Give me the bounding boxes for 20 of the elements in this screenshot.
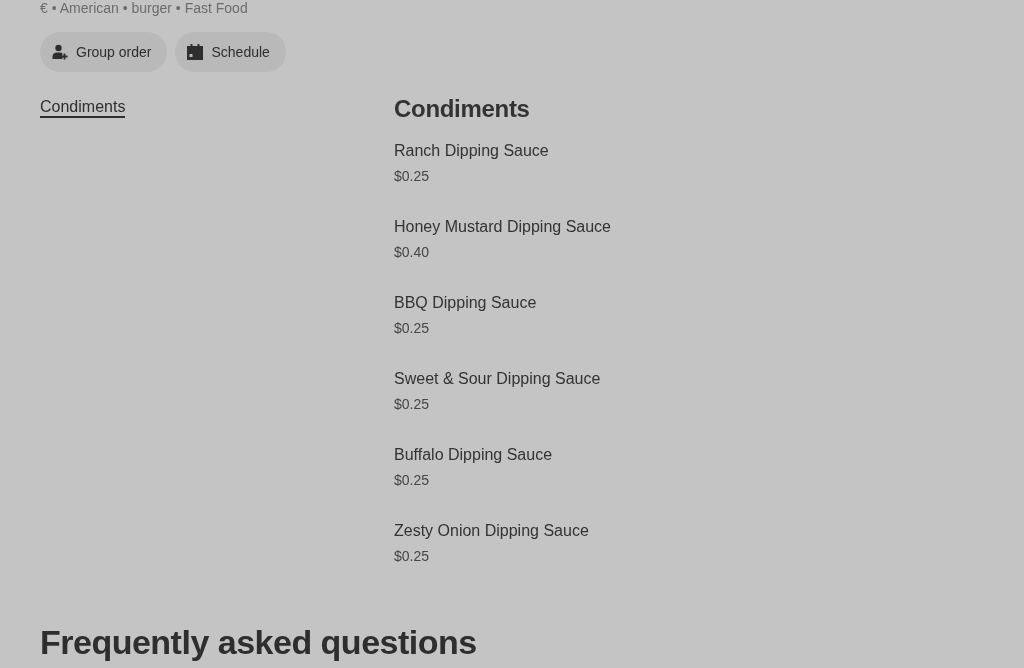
- item-price: $0.25: [394, 167, 430, 186]
- item-price: $0.25: [394, 547, 430, 566]
- item-price: $0.25: [394, 471, 430, 490]
- cuisine-tags: € • American • burger • Fast Food: [40, 0, 984, 16]
- item-price: $0.25: [394, 395, 430, 414]
- item-name: BBQ Dipping Sauce: [394, 293, 537, 313]
- category-tab[interactable]: Condiments: [40, 97, 126, 118]
- item-name: Honey Mustard Dipping Sauce: [394, 217, 611, 237]
- item-name: Ranch Dipping Sauce: [394, 141, 549, 161]
- item-price: $0.25: [394, 319, 430, 338]
- person-plus-icon: [52, 44, 68, 60]
- faq-heading: Frequently asked questions: [40, 622, 478, 662]
- item-name: Sweet & Sour Dipping Sauce: [394, 369, 601, 389]
- group-order-button[interactable]: Group order: [40, 32, 168, 72]
- schedule-button[interactable]: Schedule: [175, 32, 286, 72]
- item-name: Buffalo Dipping Sauce: [394, 445, 553, 465]
- item-name: Zesty Onion Dipping Sauce: [394, 521, 589, 541]
- section-heading: Condiments: [394, 95, 531, 123]
- item-price: $0.40: [394, 243, 430, 262]
- calendar-icon: [187, 44, 204, 60]
